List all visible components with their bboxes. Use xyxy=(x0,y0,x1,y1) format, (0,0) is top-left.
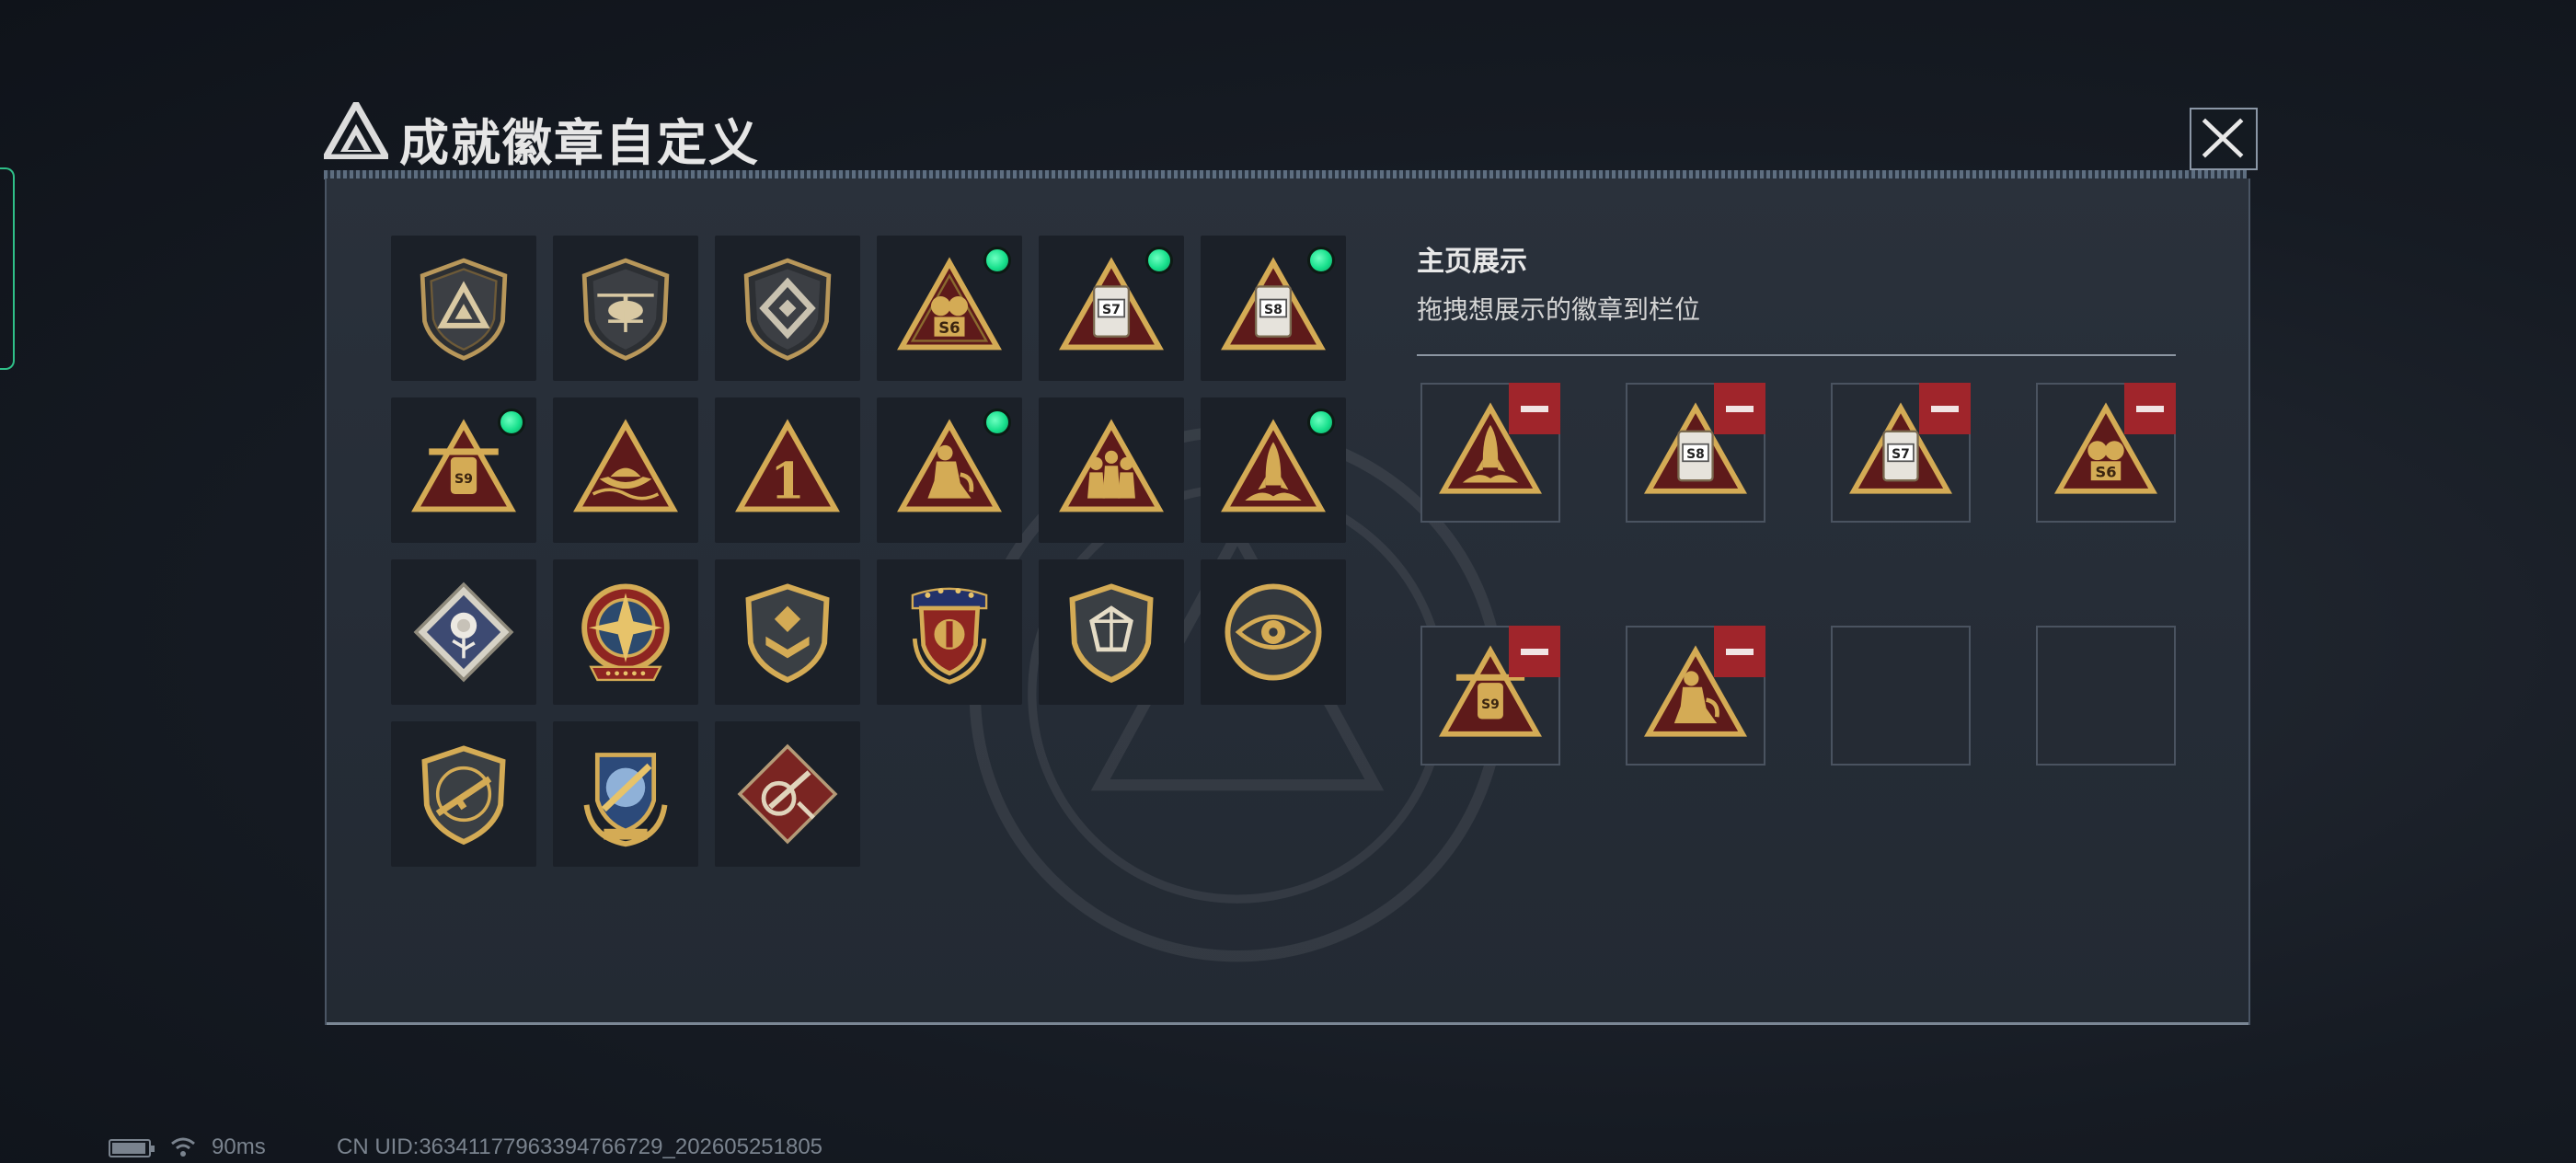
badge-cell[interactable] xyxy=(1039,559,1184,705)
side-drawer-tab[interactable] xyxy=(0,167,15,370)
red-diamond-weapon-badge-icon xyxy=(737,743,838,845)
badge-collection-grid: S6 S7 S8 S9 1 xyxy=(391,236,1348,867)
equipped-indicator xyxy=(983,247,1011,274)
equipped-indicator xyxy=(1307,409,1335,436)
badge-cell[interactable] xyxy=(715,721,860,867)
boat-triangle-badge-icon xyxy=(573,419,678,512)
svg-text:S8: S8 xyxy=(1686,447,1705,462)
squad-triangle-badge-icon xyxy=(1059,419,1164,512)
chevron-shield-badge-icon xyxy=(745,583,830,684)
showcase-title: 主页展示 xyxy=(1417,246,1527,278)
minus-icon xyxy=(1521,648,1548,655)
badge-cell[interactable] xyxy=(1039,397,1184,543)
helicopter-shield-badge-icon xyxy=(581,258,670,361)
showcase-slot[interactable]: S7 xyxy=(1831,383,1971,523)
badge-cell[interactable]: S7 xyxy=(1039,236,1184,381)
window-title: 成就徽章自定义 xyxy=(399,114,760,172)
delta-shield-badge-icon xyxy=(420,258,508,361)
missile-crest-badge-icon xyxy=(583,753,668,847)
badge-customize-panel: S6 S7 S8 S9 1 主页展示 拖拽想展示的徽章到栏位 S8 S7 S6 … xyxy=(325,178,2250,1025)
svg-text:S7: S7 xyxy=(1102,303,1121,317)
ping-readout: 90ms xyxy=(212,1134,266,1159)
badge-cell[interactable] xyxy=(715,236,860,381)
remove-badge-button[interactable] xyxy=(1714,626,1765,677)
badge-cell[interactable] xyxy=(553,397,698,543)
battery-icon xyxy=(109,1139,155,1157)
remove-badge-button[interactable] xyxy=(1714,383,1765,434)
diamond-emblem-shield-badge-icon xyxy=(743,258,832,361)
equipped-indicator xyxy=(498,409,525,436)
svg-text:S6: S6 xyxy=(938,319,960,337)
remove-badge-button[interactable] xyxy=(1919,383,1971,434)
eye-circle-badge-icon xyxy=(1225,583,1322,681)
showcase-header: 主页展示 拖拽想展示的徽章到栏位 xyxy=(1417,238,2176,356)
gem-shield-badge-icon xyxy=(1069,583,1154,684)
close-button[interactable] xyxy=(2190,108,2258,170)
badge-cell[interactable] xyxy=(553,721,698,867)
remove-badge-button[interactable] xyxy=(1509,383,1560,434)
wifi-icon xyxy=(171,1137,195,1157)
empty-showcase-slot[interactable] xyxy=(1831,626,1971,766)
empty-showcase-slot[interactable] xyxy=(2036,626,2176,766)
badge-cell[interactable] xyxy=(391,236,536,381)
badge-cell[interactable] xyxy=(877,397,1022,543)
badge-cell[interactable] xyxy=(1201,397,1346,543)
showcase-slot[interactable]: S9 xyxy=(1420,626,1560,766)
badge-cell[interactable]: 1 xyxy=(715,397,860,543)
badge-cell[interactable] xyxy=(553,236,698,381)
badge-cell[interactable] xyxy=(1201,559,1346,705)
close-icon xyxy=(2202,118,2244,158)
badge-cell[interactable] xyxy=(391,559,536,705)
badge-cell[interactable] xyxy=(553,559,698,705)
badge-cell[interactable] xyxy=(715,559,860,705)
minus-icon xyxy=(2136,405,2164,412)
svg-text:S8: S8 xyxy=(1264,303,1282,317)
rifle-shield-badge-icon xyxy=(421,745,506,846)
status-bar: 90ms CN UID:36341177963394766729_2026052… xyxy=(109,1134,1305,1160)
equipped-indicator xyxy=(1145,247,1173,274)
number-one-triangle-badge-icon: 1 xyxy=(735,419,840,512)
svg-text:1: 1 xyxy=(770,452,805,511)
equipped-indicator xyxy=(1307,247,1335,274)
minus-icon xyxy=(1931,405,1959,412)
badge-cell[interactable]: S9 xyxy=(391,397,536,543)
showcase-divider xyxy=(1417,354,2176,356)
minus-icon xyxy=(1521,405,1548,412)
stars-laurel-shield-badge-icon xyxy=(911,587,988,685)
svg-text:S9: S9 xyxy=(454,472,473,487)
showcase-slot[interactable]: S8 xyxy=(1626,383,1765,523)
delta-logo-icon xyxy=(324,102,388,159)
remove-badge-button[interactable] xyxy=(1509,626,1560,677)
star-compass-medal-badge-icon xyxy=(581,583,670,682)
svg-text:S9: S9 xyxy=(1481,697,1500,712)
svg-text:S6: S6 xyxy=(2096,464,2117,481)
player-uid: CN UID:36341177963394766729_202605251805 xyxy=(337,1134,823,1159)
badge-cell[interactable] xyxy=(391,721,536,867)
title-bar: 成就徽章自定义 xyxy=(324,97,2256,179)
badge-cell[interactable]: S6 xyxy=(877,236,1022,381)
minus-icon xyxy=(1726,648,1754,655)
showcase-subtitle: 拖拽想展示的徽章到栏位 xyxy=(1417,294,1701,325)
svg-text:S7: S7 xyxy=(1892,447,1910,462)
showcase-slot[interactable] xyxy=(1420,383,1560,523)
rose-diamond-badge-icon xyxy=(413,582,514,683)
showcase-slot[interactable] xyxy=(1626,626,1765,766)
showcase-slot[interactable]: S6 xyxy=(2036,383,2176,523)
equipped-indicator xyxy=(983,409,1011,436)
minus-icon xyxy=(1726,405,1754,412)
badge-cell[interactable] xyxy=(877,559,1022,705)
badge-cell[interactable]: S8 xyxy=(1201,236,1346,381)
remove-badge-button[interactable] xyxy=(2124,383,2176,434)
showcase-slots: S8 S7 S6 S9 xyxy=(1420,383,2176,766)
